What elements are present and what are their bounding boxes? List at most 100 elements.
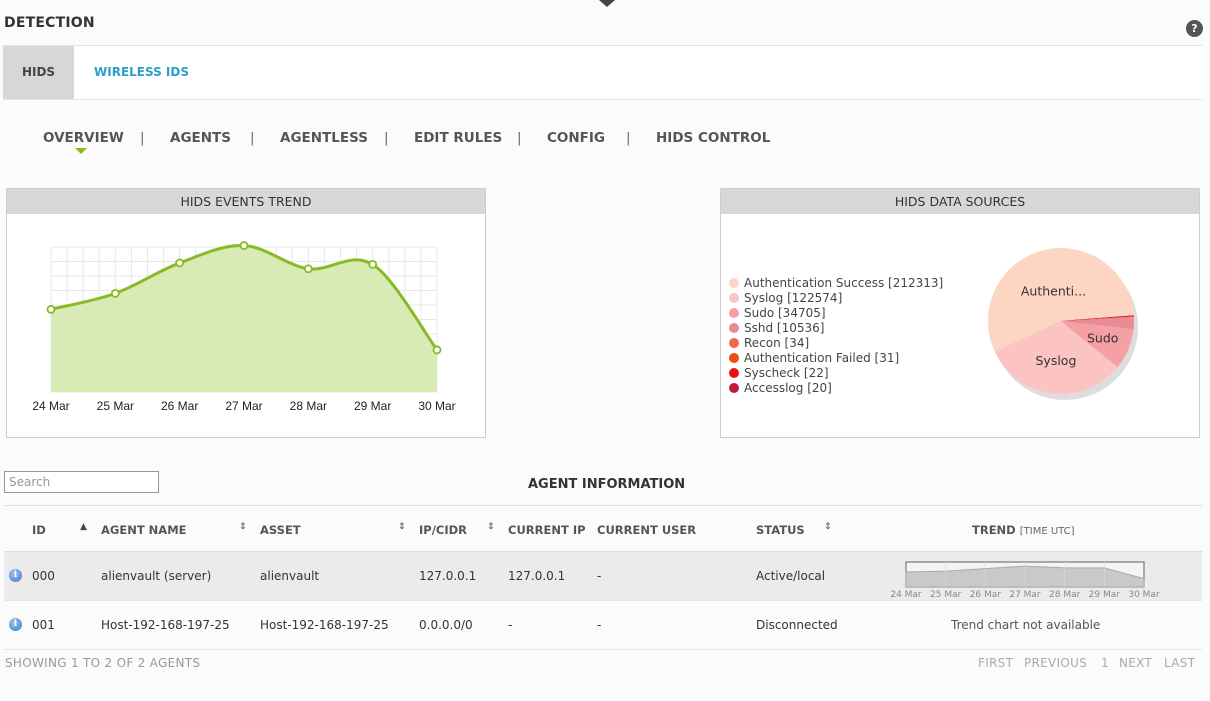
- trend-point[interactable]: [110, 289, 120, 298]
- trend-not-available-text: Trend chart not available: [951, 618, 1101, 632]
- info-icon[interactable]: i: [9, 618, 22, 631]
- events-trend-panel: HIDS EVENTS TREND 24 Mar 25 Mar 26 Mar 27 M…: [6, 188, 486, 438]
- table-row[interactable]: i 001 Host-192-168-197-25 Host-192-168-1…: [4, 601, 1202, 650]
- sparkline-date-label: 26 Mar: [970, 590, 1002, 600]
- events-trend-title: HIDS EVENTS TREND: [7, 189, 485, 214]
- legend-label: Authentication Failed [31]: [744, 350, 900, 365]
- agent-ip-cidr: 127.0.0.1: [419, 569, 477, 583]
- pager-first-link[interactable]: FIRST: [978, 656, 1013, 670]
- trend-point[interactable]: [303, 264, 313, 274]
- subnav-config[interactable]: CONFIG: [547, 130, 605, 146]
- trend-point[interactable]: [46, 304, 56, 314]
- tab-wireless-ids[interactable]: WIRELESS IDS: [94, 46, 189, 99]
- agent-status: Active/local: [756, 569, 826, 583]
- pie-slice-label: Syslog: [1035, 353, 1076, 368]
- legend-item[interactable]: Authentication Success [212313]: [729, 275, 943, 290]
- subnav-agentless[interactable]: AGENTLESS: [280, 130, 368, 146]
- sort-icon[interactable]: ⇕: [398, 522, 406, 532]
- column-current-ip[interactable]: CURRENT IP: [508, 523, 586, 537]
- column-trend-label: TREND: [972, 523, 1016, 537]
- agent-current-ip: -: [508, 618, 513, 632]
- pager-last-link[interactable]: LAST: [1164, 656, 1195, 670]
- x-tick-label: 25 Mar: [97, 399, 134, 413]
- pie-slice-label: Sudo: [1087, 331, 1118, 346]
- sort-icon[interactable]: ⇕: [239, 522, 247, 532]
- sort-icon[interactable]: ⇕: [487, 522, 495, 532]
- tab-hids[interactable]: HIDS: [3, 46, 74, 99]
- x-tick-label: 29 Mar: [354, 399, 391, 413]
- main-tabbar: HIDS WIRELESS IDS: [3, 45, 1203, 100]
- agent-status: Disconnected: [756, 618, 838, 632]
- legend-label: Accesslog [20]: [744, 380, 832, 395]
- sort-asc-icon[interactable]: ▲: [80, 522, 87, 532]
- sparkline-date-label: 27 Mar: [1009, 590, 1041, 600]
- legend-label: Recon [34]: [744, 335, 810, 350]
- pager-previous-link[interactable]: PREVIOUS: [1024, 656, 1087, 670]
- agent-search-input[interactable]: [4, 471, 159, 493]
- agent-asset: alienvault: [260, 569, 320, 583]
- top-collapse-caret-icon[interactable]: [599, 0, 615, 7]
- legend-item[interactable]: Recon [34]: [729, 335, 943, 350]
- subnav-separator: |: [384, 130, 389, 146]
- column-asset[interactable]: ASSET: [260, 523, 301, 537]
- info-icon[interactable]: i: [9, 569, 22, 582]
- agent-current-user: -: [597, 618, 602, 632]
- sparkline-date-label: 24 Mar: [890, 590, 922, 600]
- subnav-separator: |: [250, 130, 255, 146]
- legend-label: Syscheck [22]: [744, 365, 829, 380]
- agent-current-ip: 127.0.0.1: [508, 569, 566, 583]
- help-icon[interactable]: ?: [1186, 20, 1203, 37]
- legend-swatch: [729, 322, 739, 333]
- sparkline-date-label: 25 Mar: [930, 590, 962, 600]
- trend-point[interactable]: [432, 345, 442, 355]
- table-row[interactable]: i 000 alienvault (server) alienvault 127…: [4, 552, 1202, 601]
- column-id[interactable]: ID: [32, 523, 46, 537]
- agent-asset: Host-192-168-197-25: [260, 618, 389, 632]
- subnav-edit-rules[interactable]: EDIT RULES: [414, 130, 502, 146]
- column-ip-cidr[interactable]: IP/CIDR: [419, 523, 467, 537]
- subnav-overview[interactable]: OVERVIEW: [43, 130, 124, 146]
- sparkline-date-label: 29 Mar: [1089, 590, 1121, 600]
- column-agent-name[interactable]: AGENT NAME: [101, 523, 187, 537]
- pie-slice-label: Authenti...: [1021, 283, 1086, 298]
- trend-point[interactable]: [368, 260, 378, 269]
- data-sources-pie-chart: Authenti... Syslog Sudo: [988, 247, 1138, 400]
- column-status[interactable]: STATUS: [756, 523, 805, 537]
- legend-swatch: [729, 352, 739, 363]
- sparkline-date-label: 30 Mar: [1128, 590, 1160, 600]
- agent-ip-cidr: 0.0.0.0/0: [419, 618, 473, 632]
- page-title: DETECTION: [4, 15, 95, 31]
- legend-item[interactable]: Accesslog [20]: [729, 380, 943, 395]
- legend-swatch: [729, 367, 739, 378]
- subnav-agents[interactable]: AGENTS: [170, 130, 231, 146]
- subnav-hids-control[interactable]: HIDS CONTROL: [656, 130, 770, 146]
- legend-item[interactable]: Syscheck [22]: [729, 365, 943, 380]
- active-subnav-indicator-icon: [75, 148, 87, 154]
- trend-point[interactable]: [239, 241, 249, 250]
- pager-page-number[interactable]: 1: [1101, 656, 1109, 670]
- legend-item[interactable]: Authentication Failed [31]: [729, 350, 943, 365]
- x-tick-label: 24 Mar: [32, 399, 69, 413]
- column-current-user[interactable]: CURRENT USER: [597, 523, 696, 537]
- trend-point[interactable]: [175, 258, 185, 268]
- legend-label: Syslog [122574]: [744, 290, 843, 305]
- legend-swatch: [729, 307, 739, 318]
- legend-item[interactable]: Syslog [122574]: [729, 290, 943, 305]
- agent-information-title: AGENT INFORMATION: [528, 477, 686, 492]
- sort-icon[interactable]: ⇕: [824, 522, 832, 532]
- x-tick-label: 28 Mar: [290, 399, 327, 413]
- subnav-separator: |: [626, 130, 631, 146]
- pager-next-link[interactable]: NEXT: [1119, 656, 1152, 670]
- data-sources-title: HIDS DATA SOURCES: [721, 189, 1199, 214]
- agent-id: 001: [32, 618, 55, 632]
- events-trend-chart: 24 Mar 25 Mar 26 Mar 27 Mar 28 Mar 29 Mar 30 M…: [32, 241, 456, 413]
- legend-item[interactable]: Sudo [34705]: [729, 305, 943, 320]
- x-tick-label: 26 Mar: [161, 399, 198, 413]
- agent-name: alienvault (server): [101, 569, 212, 583]
- legend-item[interactable]: Sshd [10536]: [729, 320, 943, 335]
- legend-label: Sudo [34705]: [744, 305, 826, 320]
- data-sources-legend: Authentication Success [212313] Syslog [1…: [729, 275, 943, 395]
- data-sources-panel: HIDS DATA SOURCES Authentication Success…: [720, 188, 1200, 438]
- legend-label: Sshd [10536]: [744, 320, 825, 335]
- column-trend-suffix: [TIME UTC]: [1019, 526, 1075, 537]
